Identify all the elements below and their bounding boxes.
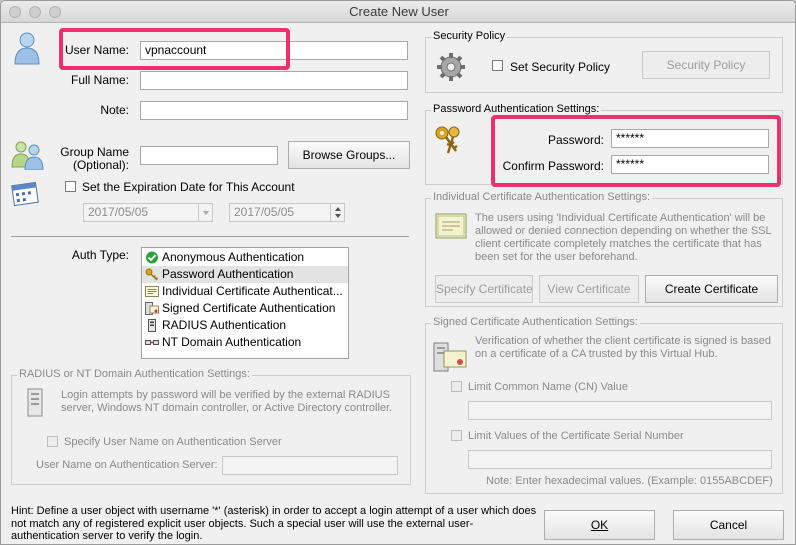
- auth-item-anonymous[interactable]: Anonymous Authentication: [142, 249, 348, 266]
- specify-user-name-checkbox: [47, 436, 58, 447]
- signed-certificate-icon: [432, 341, 468, 376]
- cancel-button[interactable]: Cancel: [673, 510, 784, 540]
- signed-certificate-icon: [145, 302, 159, 315]
- auth-item-radius[interactable]: RADIUS Authentication: [142, 317, 348, 334]
- calendar-icon: [11, 179, 41, 210]
- auth-type-list[interactable]: Anonymous Authentication Password Authen…: [141, 247, 349, 359]
- ok-button-label: OK: [590, 518, 609, 532]
- time-spinner-icon: [330, 204, 344, 221]
- server-user-name-field: [222, 456, 398, 475]
- view-certificate-button: View Certificate: [539, 275, 639, 303]
- radius-description: Login attempts by password will be verif…: [61, 389, 393, 414]
- user-name-field[interactable]: vpnaccount: [140, 41, 408, 60]
- auth-item-label: Password Authentication: [162, 267, 294, 281]
- browse-groups-button[interactable]: Browse Groups...: [288, 141, 410, 169]
- expiration-time-field: 2017/05/05: [229, 203, 345, 222]
- auth-type-label: Auth Type:: [71, 248, 129, 262]
- password-settings-group: Password Authentication Settings: Passwo…: [425, 103, 783, 185]
- confirm-password-label: Confirm Password:: [502, 159, 604, 173]
- network-icon: [145, 340, 159, 345]
- server-user-name-label: User Name on Authentication Server:: [36, 459, 218, 471]
- window-title: Create New User: [349, 4, 449, 19]
- auth-item-label: Signed Certificate Authentication: [162, 301, 336, 315]
- password-group-title: Password Authentication Settings:: [431, 103, 602, 115]
- auth-item-label: RADIUS Authentication: [162, 318, 287, 332]
- title-bar: Create New User: [1, 1, 795, 23]
- limit-serial-checkbox: [451, 430, 462, 441]
- expiration-date-field: 2017/05/05: [83, 203, 213, 222]
- divider: [11, 236, 409, 237]
- specify-user-name-label: Specify User Name on Authentication Serv…: [64, 436, 282, 448]
- signed-certificate-group: Signed Certificate Authentication Settin…: [425, 316, 783, 494]
- check-icon: [146, 251, 158, 264]
- auth-item-nt-domain[interactable]: NT Domain Authentication: [142, 334, 348, 351]
- signed-cert-description: Verification of whether the client certi…: [475, 335, 771, 360]
- signed-cert-group-title: Signed Certificate Authentication Settin…: [431, 316, 640, 328]
- confirm-password-field[interactable]: ******: [611, 155, 769, 174]
- user-icon: [13, 31, 41, 68]
- group-icon: [11, 140, 45, 173]
- full-name-field[interactable]: [140, 71, 408, 90]
- limit-cn-field: [468, 401, 772, 420]
- auth-item-individual-certificate[interactable]: Individual Certificate Authenticat...: [142, 283, 348, 300]
- gear-icon: [435, 51, 467, 86]
- security-group-title: Security Policy: [431, 30, 508, 42]
- limit-serial-label: Limit Values of the Certificate Serial N…: [468, 430, 684, 442]
- certificate-icon: [145, 286, 159, 297]
- limit-cn-checkbox: [451, 381, 462, 392]
- radius-server-icon: [27, 388, 45, 421]
- individual-cert-group-title: Individual Certificate Authentication Se…: [431, 191, 653, 203]
- certificate-icon: [435, 213, 467, 242]
- ok-button[interactable]: OK: [544, 510, 655, 540]
- individual-certificate-group: Individual Certificate Authentication Se…: [425, 191, 783, 307]
- full-name-label: Full Name:: [70, 73, 129, 87]
- individual-cert-description: The users using 'Individual Certificate …: [475, 212, 772, 263]
- hex-note: Note: Enter hexadecimal values. (Example…: [486, 475, 773, 487]
- server-icon: [148, 319, 156, 332]
- key-icon: [145, 268, 159, 281]
- user-name-label: User Name:: [64, 43, 129, 57]
- radius-group-title: RADIUS or NT Domain Authentication Setti…: [17, 368, 252, 380]
- auth-item-label: NT Domain Authentication: [162, 335, 302, 349]
- group-name-label-line2: (Optional):: [72, 158, 129, 172]
- group-name-label: Group Name (Optional):: [41, 146, 129, 172]
- limit-cn-label: Limit Common Name (CN) Value: [468, 381, 628, 393]
- keys-icon: [434, 125, 464, 160]
- auth-item-label: Individual Certificate Authenticat...: [162, 284, 343, 298]
- set-security-policy-checkbox[interactable]: [492, 60, 503, 71]
- security-policy-group: Security Policy Set Security Policy Secu…: [425, 30, 783, 93]
- password-field[interactable]: ******: [611, 129, 769, 148]
- limit-serial-field: [468, 450, 772, 469]
- expiration-checkbox[interactable]: [65, 181, 76, 192]
- radius-settings-group: RADIUS or NT Domain Authentication Setti…: [11, 368, 411, 485]
- expiration-label: Set the Expiration Date for This Account: [82, 180, 295, 194]
- create-new-user-dialog: Create New User User Name: vpnaccount Fu…: [0, 0, 796, 545]
- create-certificate-button[interactable]: Create Certificate: [645, 275, 778, 303]
- auth-item-label: Anonymous Authentication: [162, 250, 305, 264]
- expiration-date-value: 2017/05/05: [88, 205, 149, 219]
- specify-certificate-button: Specify Certificate: [435, 275, 533, 303]
- group-name-field[interactable]: [140, 146, 278, 165]
- note-field[interactable]: [140, 101, 408, 120]
- auth-item-password[interactable]: Password Authentication: [142, 266, 348, 283]
- date-dropdown-icon: [198, 204, 212, 221]
- expiration-time-value: 2017/05/05: [234, 205, 295, 219]
- auth-item-signed-certificate[interactable]: Signed Certificate Authentication: [142, 300, 348, 317]
- set-security-policy-label: Set Security Policy: [510, 60, 611, 74]
- hint-text: Hint: Define a user object with username…: [11, 505, 537, 542]
- security-policy-button: Security Policy: [642, 51, 770, 79]
- password-label: Password:: [547, 133, 604, 147]
- note-label: Note:: [100, 103, 129, 117]
